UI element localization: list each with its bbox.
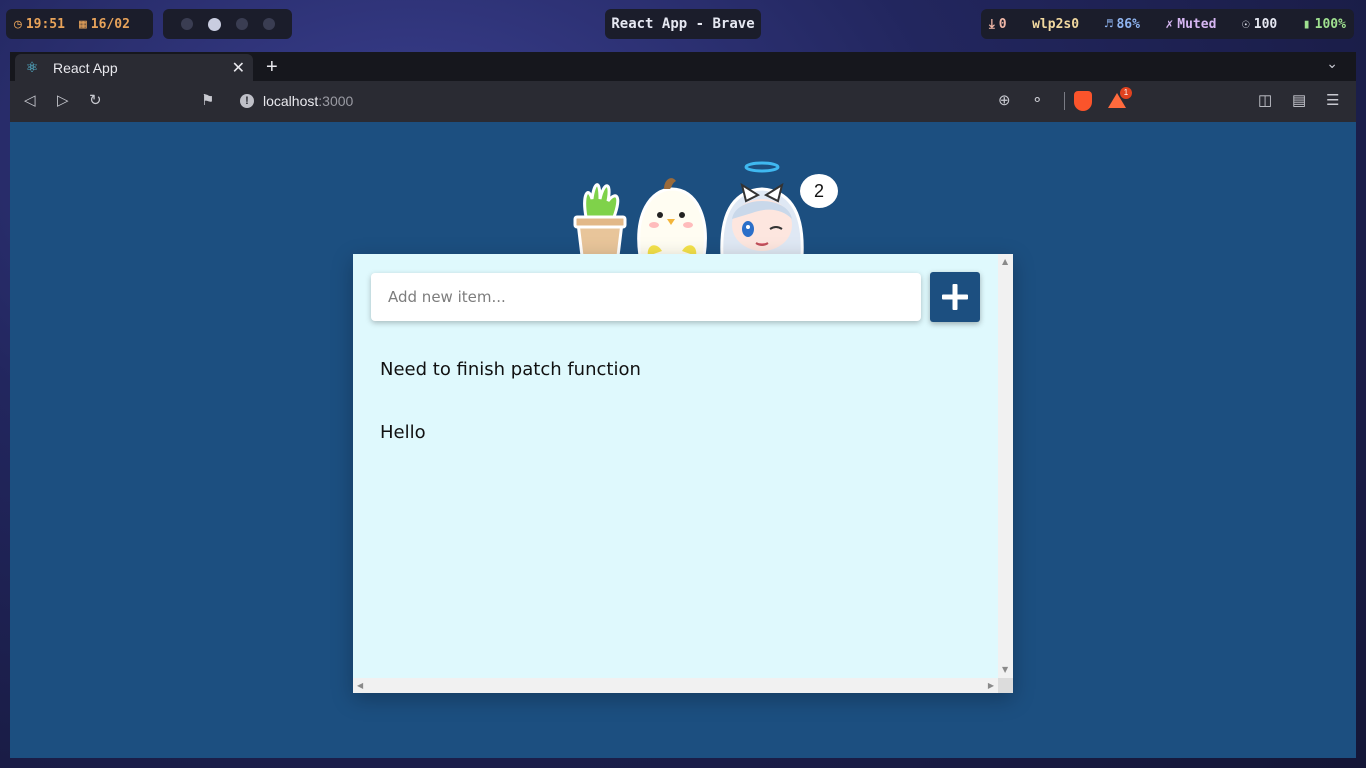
url-port: :3000 xyxy=(318,93,354,109)
clock-widget: ◷ 19:51 ▦ 16/02 xyxy=(6,9,153,39)
brightness-indicator: ☉ 100 xyxy=(1242,17,1277,32)
mic-muted-icon: ✗ xyxy=(1165,16,1174,32)
clock: ◷ 19:51 xyxy=(14,17,65,32)
mic-status: Muted xyxy=(1177,16,1217,32)
tab-bar: ⚛ React App ✕ + ⌄ xyxy=(10,52,1356,81)
chick-icon xyxy=(637,178,707,256)
clock-icon: ◷ xyxy=(14,16,22,32)
scroll-left-arrow-icon[interactable]: ◀ xyxy=(357,682,363,690)
workspace-switcher xyxy=(163,9,292,39)
url-text: localhost:3000 xyxy=(263,91,353,111)
calendar-date: 16/02 xyxy=(90,16,130,32)
brave-shields-icon[interactable] xyxy=(1074,91,1092,111)
workspace-4[interactable] xyxy=(262,18,275,30)
workspace-1[interactable] xyxy=(180,18,193,30)
download-icon: ⤓ xyxy=(989,16,995,32)
network-indicator: wlp2s0 xyxy=(1032,16,1080,32)
new-tab-button[interactable]: + xyxy=(266,56,278,79)
plus-icon xyxy=(942,284,968,310)
downloads-count: 0 xyxy=(998,16,1007,32)
reload-icon[interactable]: ↻ xyxy=(89,91,102,111)
vertical-scrollbar[interactable]: ▲ ▼ xyxy=(998,254,1013,678)
horizontal-scrollbar[interactable]: ◀ ▶ xyxy=(353,678,998,693)
speaker-icon: ♬ xyxy=(1104,16,1113,32)
battery-level: 100% xyxy=(1314,16,1346,32)
toolbar-divider xyxy=(1064,92,1065,110)
downloads-indicator: ⤓ 0 xyxy=(989,17,1007,32)
brightness-level: 100 xyxy=(1253,16,1278,32)
todo-list: Need to finish patch function Hello xyxy=(380,358,641,484)
new-item-input[interactable] xyxy=(371,273,921,321)
bookmark-icon[interactable]: ⚑ xyxy=(201,91,214,111)
volume-indicator[interactable]: ♬ 86% xyxy=(1105,17,1140,32)
sidebar-toggle-icon[interactable]: ◫ xyxy=(1258,91,1272,111)
calendar-icon: ▦ xyxy=(78,16,87,32)
list-item[interactable]: Need to finish patch function xyxy=(380,358,641,421)
calendar: ▦ 16/02 xyxy=(79,17,130,32)
url-host: localhost xyxy=(263,93,319,109)
scroll-right-arrow-icon[interactable]: ▶ xyxy=(988,682,994,690)
scroll-up-arrow-icon[interactable]: ▲ xyxy=(1002,258,1008,266)
back-icon[interactable]: ◁ xyxy=(24,91,36,111)
tab-title: React App xyxy=(53,59,118,76)
rewards-badge: 1 xyxy=(1120,87,1132,99)
forward-icon[interactable]: ▷ xyxy=(57,91,69,111)
menu-icon[interactable]: ☰ xyxy=(1326,91,1339,111)
page-content: 2 Need to finish patch function Hello ▲ … xyxy=(10,122,1356,758)
share-icon[interactable]: ⚬ xyxy=(1031,91,1044,111)
add-item-button[interactable] xyxy=(930,272,980,322)
clock-time: 19:51 xyxy=(25,16,65,32)
todo-card: Need to finish patch function Hello ▲ ▼ … xyxy=(353,254,1013,693)
scrollbar-corner xyxy=(998,678,1013,693)
browser-window: ⚛ React App ✕ + ⌄ ◁ ▷ ↻ ⚑ ! localhost:30… xyxy=(10,52,1356,758)
workspace-2[interactable] xyxy=(207,17,221,31)
brightness-icon: ☉ xyxy=(1241,16,1250,32)
microphone-indicator[interactable]: ✗ Muted xyxy=(1165,17,1216,32)
site-info-icon[interactable]: ! xyxy=(240,94,254,108)
react-favicon-icon: ⚛ xyxy=(25,59,39,75)
tab-list-chevron-icon[interactable]: ⌄ xyxy=(1326,56,1338,72)
system-tray: ⤓ 0 wlp2s0 ♬ 86% ✗ Muted ☉ 100 ▮ 100% xyxy=(981,9,1354,39)
volume-level: 86% xyxy=(1116,16,1140,32)
potted-plant-icon xyxy=(573,183,627,256)
battery-icon: ▮ xyxy=(1302,16,1311,32)
address-bar[interactable]: ! localhost:3000 xyxy=(240,91,353,111)
workspace-3[interactable] xyxy=(235,18,248,30)
active-window-title: React App - Brave xyxy=(605,9,761,39)
battery-indicator: ▮ 100% xyxy=(1303,17,1346,32)
close-tab-icon[interactable]: ✕ xyxy=(232,58,245,78)
zoom-icon[interactable]: ⊕ xyxy=(998,91,1011,111)
browser-toolbar: ◁ ▷ ↻ ⚑ ! localhost:3000 ⊕ ⚬ 1 ◫ ▤ ☰ xyxy=(10,81,1356,122)
notification-bubble: 2 xyxy=(800,174,838,208)
system-status-bar: ◷ 19:51 ▦ 16/02 React App - Brave ⤓ 0 wl… xyxy=(0,0,1366,48)
character-icon xyxy=(720,161,804,256)
wallet-icon[interactable]: ▤ xyxy=(1292,91,1306,111)
tab-react-app[interactable]: ⚛ React App ✕ xyxy=(15,54,253,81)
scroll-down-arrow-icon[interactable]: ▼ xyxy=(1002,666,1008,674)
list-item[interactable]: Hello xyxy=(380,421,641,484)
